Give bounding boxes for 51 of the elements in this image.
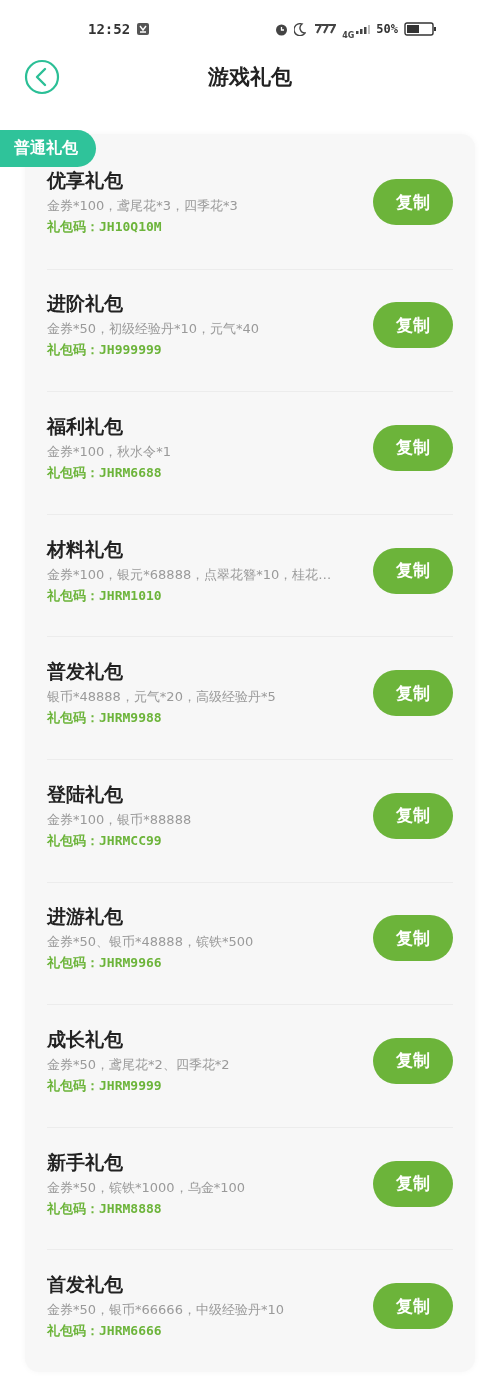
copy-button[interactable]: 复制 [373, 792, 453, 839]
gift-contents: 金券*100，银元*68888，点翠花簪*10，桂花… [47, 565, 332, 584]
copy-button[interactable]: 复制 [373, 302, 453, 349]
gift-name: 新手礼包 [47, 1149, 124, 1175]
copy-button[interactable]: 复制 [373, 670, 453, 717]
back-icon[interactable] [24, 59, 60, 95]
network-type: 4G [342, 30, 355, 40]
signal-icon [356, 24, 371, 34]
gift-code: 礼包码：JHRM9999 [47, 1076, 163, 1095]
copy-button[interactable]: 复制 [373, 547, 453, 594]
battery-icon [404, 22, 436, 36]
copy-button[interactable]: 复制 [373, 915, 453, 962]
gift-contents: 金券*100，银币*88888 [47, 810, 192, 829]
status-time: 12:52 [88, 21, 131, 37]
gift-name: 普发礼包 [47, 659, 124, 685]
gift-name: 材料礼包 [47, 536, 124, 562]
speed-indicator-icon [312, 24, 337, 34]
gift-name: 首发礼包 [47, 1272, 124, 1298]
gift-name: 进阶礼包 [47, 291, 124, 317]
copy-button[interactable]: 复制 [373, 1160, 453, 1207]
moon-icon [294, 22, 307, 36]
gift-code: 礼包码：JHRM1010 [47, 586, 163, 605]
copy-button[interactable]: 复制 [373, 425, 453, 471]
gift-name: 登陆礼包 [47, 781, 124, 807]
gift-code: 礼包码：JHRM8888 [47, 1199, 163, 1218]
gift-name: 福利礼包 [47, 414, 124, 439]
battery-percent: 50% [376, 22, 398, 36]
gift-contents: 金券*100，鸢尾花*3，四季花*3 [47, 197, 238, 216]
gift-contents: 银币*48888，元气*20，高级经验丹*5 [47, 688, 276, 707]
gift-code: 礼包码：JH10Q10M [47, 218, 163, 237]
gift-contents: 金券*50，初级经验丹*10，元气*40 [47, 320, 260, 339]
gift-code: 礼包码：JHRM9966 [47, 954, 163, 973]
page-title: 游戏礼包 [208, 64, 292, 91]
gift-code: 礼包码：JHRM6688 [47, 464, 163, 482]
gift-name: 优享礼包 [47, 168, 124, 194]
copy-button[interactable]: 复制 [373, 1283, 453, 1330]
gift-code: 礼包码：JHRMCC99 [47, 831, 163, 850]
gift-contents: 金券*50，鸢尾花*2、四季花*2 [47, 1055, 230, 1074]
gift-contents: 金券*100，秋水令*1 [47, 443, 172, 461]
alarm-icon [275, 22, 289, 36]
gift-contents: 金券*50、银币*48888，镔铁*500 [47, 933, 254, 952]
copy-button[interactable]: 复制 [373, 179, 453, 226]
gift-code: 礼包码：JHRM6666 [47, 1322, 163, 1341]
gift-name: 成长礼包 [47, 1026, 124, 1052]
gift-name: 进游礼包 [47, 904, 124, 930]
gift-contents: 金券*50，银币*66666，中级经验丹*10 [47, 1301, 284, 1320]
copy-button[interactable]: 复制 [373, 1037, 453, 1084]
gift-code: 礼包码：JH999999 [47, 341, 163, 360]
gift-contents: 金券*50，镔铁*1000，乌金*100 [47, 1178, 245, 1197]
gift-code: 礼包码：JHRM9988 [47, 709, 163, 728]
app-notification-icon [136, 22, 151, 36]
